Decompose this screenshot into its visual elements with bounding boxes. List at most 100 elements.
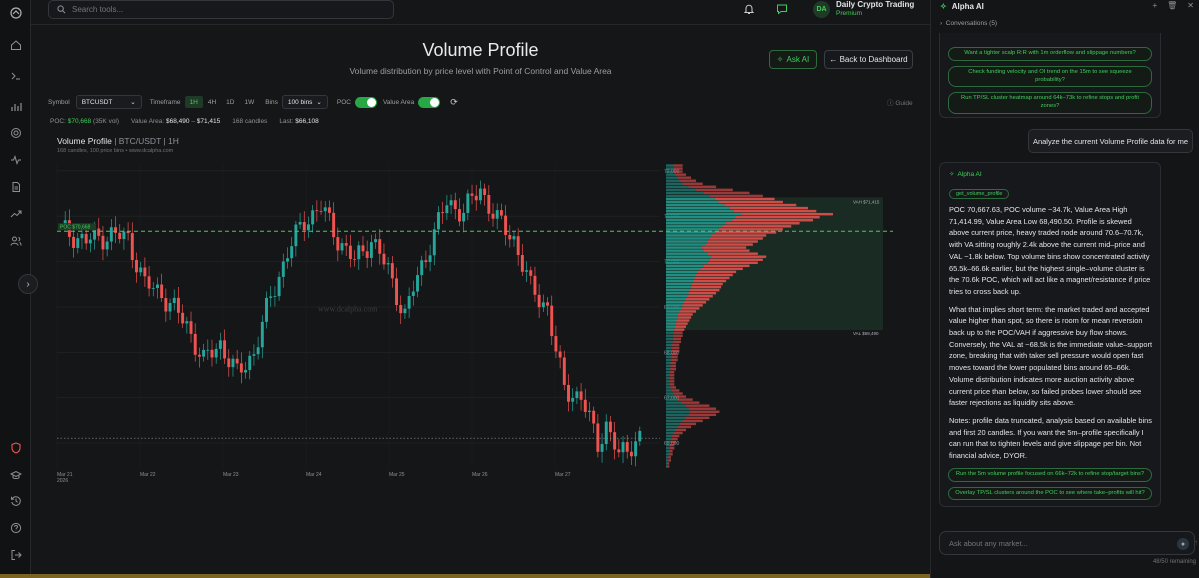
avatar[interactable]: DA [813, 1, 830, 18]
sparkle-icon: ✧ [940, 1, 947, 11]
trend-icon[interactable] [6, 204, 25, 223]
back-to-dashboard-button[interactable]: ← Back to Dashboard [824, 50, 913, 69]
graduation-cap-icon[interactable] [6, 465, 25, 484]
new-chat-icon[interactable]: + [1152, 1, 1157, 10]
profile-bar-buy [666, 337, 673, 341]
profile-bar-sell [685, 404, 710, 407]
profile-bar-buy [666, 377, 670, 380]
candle-body [143, 267, 147, 277]
sparkle-icon: ✧ [776, 55, 784, 64]
user-name[interactable]: Daily Crypto Trading [836, 0, 914, 9]
candle-body [474, 195, 478, 201]
bins-select[interactable]: 100 bins ⌄ [281, 95, 328, 109]
shield-icon[interactable] [6, 438, 25, 457]
symbol-select[interactable]: BTCUSDT ⌄ [75, 95, 142, 109]
trash-icon[interactable]: 🗑 [1167, 1, 1177, 10]
help-icon[interactable] [6, 518, 25, 537]
candle-body [621, 442, 625, 453]
profile-bar-buy [666, 282, 692, 286]
profile-bar-buy [666, 374, 670, 377]
send-icon[interactable]: ↑ [1194, 538, 1199, 550]
profile-bar-sell [677, 425, 692, 429]
profile-bar-buy [666, 255, 712, 258]
profile-bar-sell [687, 295, 713, 298]
poc-toggle[interactable] [354, 96, 377, 108]
suggestion-chip[interactable]: Overlay TP/SL clusters around the POC to… [948, 486, 1152, 501]
chat-input-box[interactable]: ● ↑ [939, 531, 1198, 555]
profile-bar-sell [690, 288, 720, 292]
candle-body [311, 210, 315, 225]
profile-bar-sell [724, 203, 797, 207]
profile-bar-sell [733, 209, 817, 213]
bell-icon[interactable] [743, 3, 755, 15]
timeframe-4h[interactable]: 4H [203, 96, 221, 108]
candle-body [592, 410, 596, 424]
search-input[interactable] [72, 5, 372, 14]
mic-icon[interactable]: ● [1177, 538, 1189, 550]
profile-bar-sell [690, 410, 720, 413]
profile-bar-buy [666, 364, 671, 368]
suggestion-chip[interactable]: Run the 5m volume profile focused on 66k… [948, 467, 1152, 482]
bar-chart-icon[interactable] [6, 97, 25, 116]
profile-bar-buy [666, 413, 689, 417]
profile-bar-buy [666, 328, 675, 331]
response-paragraph: What that implies short term: the market… [949, 304, 1153, 408]
volume-profile-chart[interactable]: Volume Profile | BTC/USDT | 1H 168 candl… [48, 130, 914, 500]
timeframe-1d[interactable]: 1D [221, 96, 239, 108]
profile-bar-buy [666, 322, 676, 325]
home-icon[interactable] [6, 35, 25, 54]
value-area-low: $68,490 [166, 118, 190, 125]
pulse-icon[interactable] [6, 150, 25, 169]
profile-bar-sell [726, 222, 800, 225]
candle-body [260, 321, 264, 348]
profile-bar-sell [703, 191, 750, 195]
history-icon[interactable] [6, 491, 25, 510]
document-icon[interactable] [6, 177, 25, 196]
logout-icon[interactable] [6, 545, 25, 564]
timeframe-1h[interactable]: 1H [184, 96, 203, 108]
value-area-toggle[interactable] [418, 96, 441, 108]
chat-icon[interactable] [776, 3, 788, 15]
profile-bar-sell [667, 462, 670, 465]
candle-body [399, 305, 403, 314]
candle-body [114, 227, 117, 233]
terminal-icon[interactable] [6, 66, 25, 85]
timeframe-1w[interactable]: 1W [239, 96, 259, 108]
conversations-toggle[interactable]: › Conversations (5) [940, 20, 997, 27]
candle-body [248, 355, 252, 371]
logo-icon[interactable] [6, 3, 25, 22]
profile-bar-sell [669, 371, 675, 374]
timeframe-label: Timeframe [149, 98, 181, 106]
profile-bar-buy [666, 462, 668, 465]
ask-ai-button[interactable]: ✧ Ask AI [769, 50, 817, 69]
candle-body [189, 321, 193, 334]
profile-bar-buy [666, 270, 698, 274]
profile-bar-buy [666, 191, 704, 195]
suggestion-chip[interactable]: Want a tighter scalp R:R with 1m orderfl… [948, 47, 1152, 61]
tool-call-badge[interactable]: get_volume_profile [949, 189, 1010, 199]
search-box[interactable] [48, 0, 394, 19]
profile-bar-buy [666, 285, 691, 289]
close-icon[interactable]: ✕ [1187, 1, 1194, 10]
candle-body [546, 302, 550, 306]
chat-input[interactable] [949, 538, 1159, 548]
profile-bar-sell [672, 389, 680, 392]
profile-bar-buy [666, 395, 676, 398]
refresh-icon[interactable]: ⟳ [450, 97, 458, 108]
profile-bar-sell [669, 374, 675, 377]
suggestion-chip[interactable]: Check funding velocity and OI trend on t… [948, 65, 1152, 88]
chart-svg[interactable]: 72,00071,00070,00069,00068,00067,00066,0… [48, 130, 914, 500]
previous-ai-message: Want a tighter scalp R:R with 1m orderfl… [939, 33, 1161, 118]
sidebar-expand-button[interactable]: › [18, 274, 38, 294]
profile-bar-sell [690, 285, 722, 289]
suggestion-chip[interactable]: Run TP/SL cluster heatmap around 64k–73k… [948, 92, 1152, 115]
candle-body [353, 258, 357, 260]
target-icon[interactable] [6, 123, 25, 142]
profile-bar-buy [666, 240, 708, 243]
panel-actions: + 🗑 ✕ [1152, 1, 1194, 10]
candle-body [176, 297, 180, 313]
sparkle-icon: ✧ [949, 171, 955, 178]
candle-body [252, 354, 256, 356]
guide-button[interactable]: ⓘ Guide [887, 97, 913, 107]
users-icon[interactable] [6, 231, 25, 250]
